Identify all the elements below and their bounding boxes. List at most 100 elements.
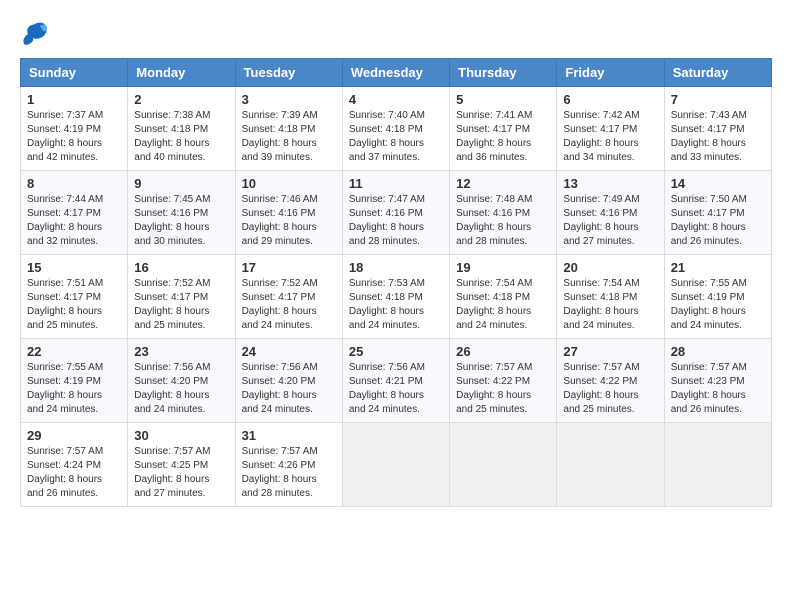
day-info: Sunrise: 7:48 AM Sunset: 4:16 PM Dayligh… xyxy=(456,193,550,249)
day-info: Sunrise: 7:57 AM Sunset: 4:23 PM Dayligh… xyxy=(671,361,765,417)
day-info: Sunrise: 7:52 AM Sunset: 4:17 PM Dayligh… xyxy=(242,277,336,333)
calendar-table: SundayMondayTuesdayWednesdayThursdayFrid… xyxy=(20,58,772,507)
day-cell-22: 22 Sunrise: 7:55 AM Sunset: 4:19 PM Dayli… xyxy=(21,339,128,423)
day-cell-27: 27 Sunrise: 7:57 AM Sunset: 4:22 PM Dayli… xyxy=(557,339,664,423)
day-number: 14 xyxy=(671,176,765,191)
day-info: Sunrise: 7:54 AM Sunset: 4:18 PM Dayligh… xyxy=(456,277,550,333)
weekday-header-friday: Friday xyxy=(557,59,664,87)
day-cell-25: 25Sunrise: 7:56 AM Sunset: 4:21 PM Dayli… xyxy=(342,339,449,423)
day-number: 28 xyxy=(671,344,765,359)
page-header xyxy=(20,20,772,48)
day-cell-10: 10 Sunrise: 7:46 AM Sunset: 4:16 PM Dayli… xyxy=(235,171,342,255)
day-cell-29: 29 Sunrise: 7:57 AM Sunset: 4:24 PM Dayli… xyxy=(21,423,128,507)
day-info: Sunrise: 7:47 AM Sunset: 4:16 PM Dayligh… xyxy=(349,193,443,249)
day-cell-30: 30 Sunrise: 7:57 AM Sunset: 4:25 PM Dayli… xyxy=(128,423,235,507)
day-cell-1: 1Sunrise: 7:37 AM Sunset: 4:19 PM Daylig… xyxy=(21,87,128,171)
calendar-week-row: 1Sunrise: 7:37 AM Sunset: 4:19 PM Daylig… xyxy=(21,87,772,171)
day-number: 30 xyxy=(134,428,228,443)
day-number: 8 xyxy=(27,176,121,191)
empty-day-cell xyxy=(557,423,664,507)
day-number: 27 xyxy=(563,344,657,359)
day-cell-3: 3Sunrise: 7:39 AM Sunset: 4:18 PM Daylig… xyxy=(235,87,342,171)
day-number: 12 xyxy=(456,176,550,191)
day-info: Sunrise: 7:45 AM Sunset: 4:16 PM Dayligh… xyxy=(134,193,228,249)
day-info: Sunrise: 7:51 AM Sunset: 4:17 PM Dayligh… xyxy=(27,277,121,333)
day-info: Sunrise: 7:49 AM Sunset: 4:16 PM Dayligh… xyxy=(563,193,657,249)
day-number: 3 xyxy=(242,92,336,107)
day-info: Sunrise: 7:56 AM Sunset: 4:20 PM Dayligh… xyxy=(242,361,336,417)
day-number: 5 xyxy=(456,92,550,107)
day-cell-7: 7Sunrise: 7:43 AM Sunset: 4:17 PM Daylig… xyxy=(664,87,771,171)
day-info: Sunrise: 7:57 AM Sunset: 4:25 PM Dayligh… xyxy=(134,445,228,501)
day-number: 16 xyxy=(134,260,228,275)
day-cell-13: 13Sunrise: 7:49 AM Sunset: 4:16 PM Dayli… xyxy=(557,171,664,255)
day-number: 11 xyxy=(349,176,443,191)
day-info: Sunrise: 7:57 AM Sunset: 4:22 PM Dayligh… xyxy=(563,361,657,417)
day-info: Sunrise: 7:38 AM Sunset: 4:18 PM Dayligh… xyxy=(134,109,228,165)
day-info: Sunrise: 7:56 AM Sunset: 4:20 PM Dayligh… xyxy=(134,361,228,417)
calendar-week-row: 29 Sunrise: 7:57 AM Sunset: 4:24 PM Dayli… xyxy=(21,423,772,507)
day-cell-26: 26 Sunrise: 7:57 AM Sunset: 4:22 PM Dayli… xyxy=(450,339,557,423)
empty-day-cell xyxy=(664,423,771,507)
day-cell-16: 16 Sunrise: 7:52 AM Sunset: 4:17 PM Dayli… xyxy=(128,255,235,339)
day-cell-28: 28 Sunrise: 7:57 AM Sunset: 4:23 PM Dayli… xyxy=(664,339,771,423)
day-number: 6 xyxy=(563,92,657,107)
weekday-header-tuesday: Tuesday xyxy=(235,59,342,87)
weekday-header-monday: Monday xyxy=(128,59,235,87)
day-cell-20: 20Sunrise: 7:54 AM Sunset: 4:18 PM Dayli… xyxy=(557,255,664,339)
logo xyxy=(20,20,54,48)
day-cell-21: 21 Sunrise: 7:55 AM Sunset: 4:19 PM Dayli… xyxy=(664,255,771,339)
day-cell-5: 5 Sunrise: 7:41 AM Sunset: 4:17 PM Daylig… xyxy=(450,87,557,171)
day-number: 31 xyxy=(242,428,336,443)
weekday-header-wednesday: Wednesday xyxy=(342,59,449,87)
day-info: Sunrise: 7:57 AM Sunset: 4:22 PM Dayligh… xyxy=(456,361,550,417)
empty-day-cell xyxy=(450,423,557,507)
day-cell-2: 2 Sunrise: 7:38 AM Sunset: 4:18 PM Daylig… xyxy=(128,87,235,171)
day-cell-4: 4 Sunrise: 7:40 AM Sunset: 4:18 PM Daylig… xyxy=(342,87,449,171)
day-cell-6: 6 Sunrise: 7:42 AM Sunset: 4:17 PM Daylig… xyxy=(557,87,664,171)
day-number: 21 xyxy=(671,260,765,275)
day-info: Sunrise: 7:37 AM Sunset: 4:19 PM Dayligh… xyxy=(27,109,121,165)
calendar-week-row: 22 Sunrise: 7:55 AM Sunset: 4:19 PM Dayli… xyxy=(21,339,772,423)
day-info: Sunrise: 7:55 AM Sunset: 4:19 PM Dayligh… xyxy=(27,361,121,417)
day-info: Sunrise: 7:56 AM Sunset: 4:21 PM Dayligh… xyxy=(349,361,443,417)
day-info: Sunrise: 7:57 AM Sunset: 4:24 PM Dayligh… xyxy=(27,445,121,501)
logo-icon xyxy=(20,20,50,48)
day-cell-15: 15 Sunrise: 7:51 AM Sunset: 4:17 PM Dayli… xyxy=(21,255,128,339)
day-info: Sunrise: 7:40 AM Sunset: 4:18 PM Dayligh… xyxy=(349,109,443,165)
day-info: Sunrise: 7:46 AM Sunset: 4:16 PM Dayligh… xyxy=(242,193,336,249)
day-number: 29 xyxy=(27,428,121,443)
day-number: 23 xyxy=(134,344,228,359)
empty-day-cell xyxy=(342,423,449,507)
day-number: 10 xyxy=(242,176,336,191)
day-cell-14: 14Sunrise: 7:50 AM Sunset: 4:17 PM Dayli… xyxy=(664,171,771,255)
day-info: Sunrise: 7:44 AM Sunset: 4:17 PM Dayligh… xyxy=(27,193,121,249)
day-cell-12: 12 Sunrise: 7:48 AM Sunset: 4:16 PM Dayli… xyxy=(450,171,557,255)
day-number: 26 xyxy=(456,344,550,359)
weekday-header-saturday: Saturday xyxy=(664,59,771,87)
day-info: Sunrise: 7:41 AM Sunset: 4:17 PM Dayligh… xyxy=(456,109,550,165)
day-cell-18: 18Sunrise: 7:53 AM Sunset: 4:18 PM Dayli… xyxy=(342,255,449,339)
day-cell-24: 24 Sunrise: 7:56 AM Sunset: 4:20 PM Dayli… xyxy=(235,339,342,423)
day-cell-8: 8 Sunrise: 7:44 AM Sunset: 4:17 PM Daylig… xyxy=(21,171,128,255)
day-number: 22 xyxy=(27,344,121,359)
day-info: Sunrise: 7:42 AM Sunset: 4:17 PM Dayligh… xyxy=(563,109,657,165)
calendar-week-row: 15 Sunrise: 7:51 AM Sunset: 4:17 PM Dayli… xyxy=(21,255,772,339)
weekday-header-row: SundayMondayTuesdayWednesdayThursdayFrid… xyxy=(21,59,772,87)
day-number: 17 xyxy=(242,260,336,275)
day-number: 4 xyxy=(349,92,443,107)
day-cell-11: 11 Sunrise: 7:47 AM Sunset: 4:16 PM Dayli… xyxy=(342,171,449,255)
day-number: 24 xyxy=(242,344,336,359)
calendar-week-row: 8 Sunrise: 7:44 AM Sunset: 4:17 PM Daylig… xyxy=(21,171,772,255)
day-info: Sunrise: 7:55 AM Sunset: 4:19 PM Dayligh… xyxy=(671,277,765,333)
day-info: Sunrise: 7:53 AM Sunset: 4:18 PM Dayligh… xyxy=(349,277,443,333)
day-number: 15 xyxy=(27,260,121,275)
day-info: Sunrise: 7:54 AM Sunset: 4:18 PM Dayligh… xyxy=(563,277,657,333)
day-cell-9: 9 Sunrise: 7:45 AM Sunset: 4:16 PM Daylig… xyxy=(128,171,235,255)
day-info: Sunrise: 7:52 AM Sunset: 4:17 PM Dayligh… xyxy=(134,277,228,333)
day-number: 2 xyxy=(134,92,228,107)
day-number: 9 xyxy=(134,176,228,191)
weekday-header-sunday: Sunday xyxy=(21,59,128,87)
day-number: 19 xyxy=(456,260,550,275)
day-cell-23: 23 Sunrise: 7:56 AM Sunset: 4:20 PM Dayli… xyxy=(128,339,235,423)
